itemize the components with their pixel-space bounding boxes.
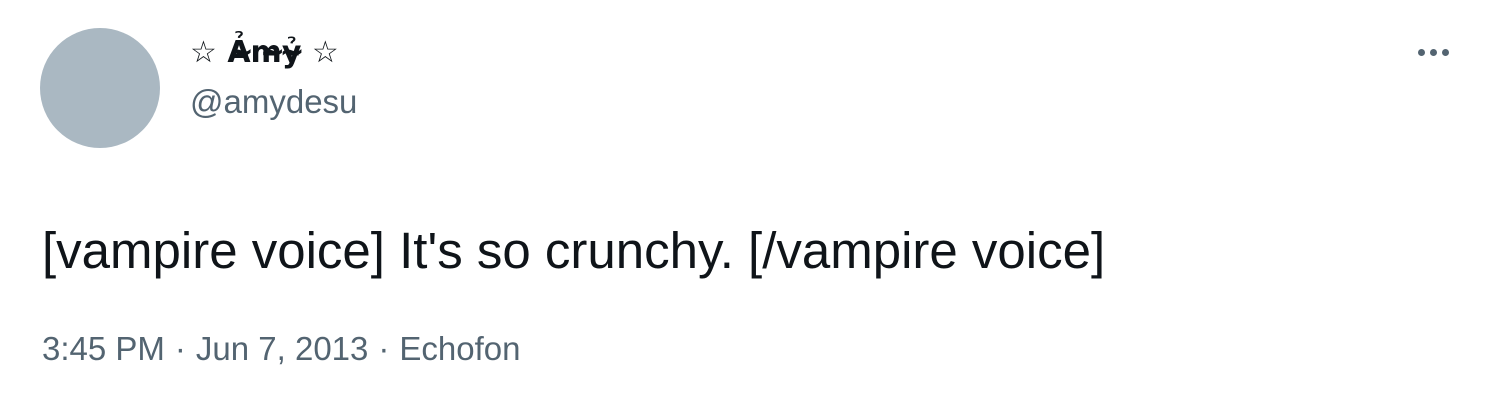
tweet-date-link[interactable]: Jun 7, 2013 xyxy=(196,330,368,367)
tweet-meta: 3:45 PM · Jun 7, 2013 · Echofon xyxy=(42,328,520,370)
more-horizontal-icon xyxy=(1417,48,1425,56)
display-name[interactable]: ☆ Ả̵̴̵m̵̴̵ỷ̵̴̵ ☆ xyxy=(190,30,339,76)
tweet-text: [vampire voice] It's so crunchy. [/vampi… xyxy=(42,222,1106,279)
user-handle[interactable]: @amydesu xyxy=(190,82,357,122)
tweet-time-link[interactable]: 3:45 PM xyxy=(42,330,165,367)
more-horizontal-icon xyxy=(1441,48,1449,56)
more-horizontal-icon xyxy=(1429,48,1437,56)
meta-separator: · xyxy=(174,330,186,367)
tweet-card: ☆ Ả̵̴̵m̵̴̵ỷ̵̴̵ ☆ @amydesu [vampire voice… xyxy=(0,0,1497,408)
meta-separator: · xyxy=(378,330,390,367)
more-options-button[interactable] xyxy=(1406,34,1460,70)
tweet-source-link[interactable]: Echofon xyxy=(399,330,520,367)
avatar[interactable] xyxy=(40,28,160,148)
